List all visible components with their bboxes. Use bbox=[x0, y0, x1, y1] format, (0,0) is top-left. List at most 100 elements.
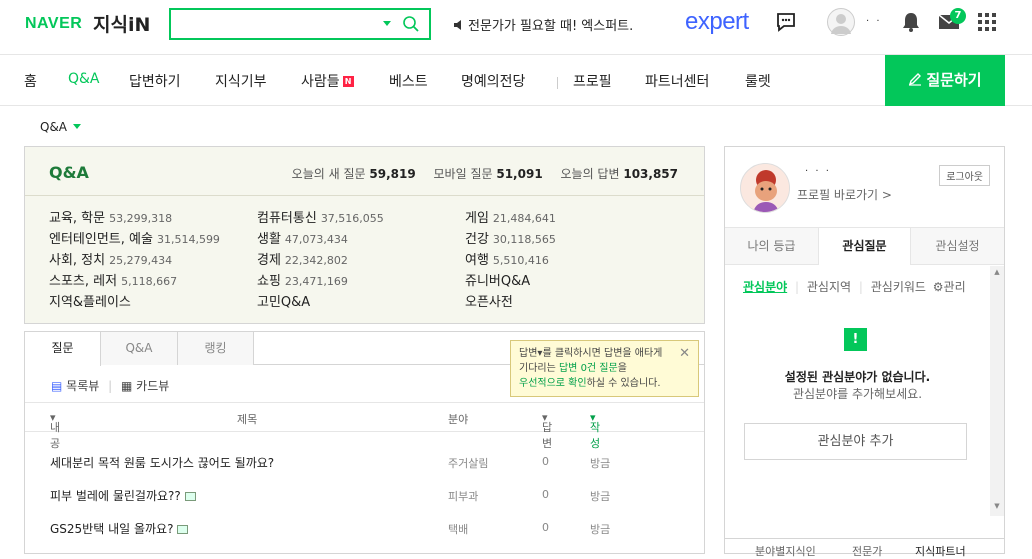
tip-line3b: 하실 수 있습니다. bbox=[586, 378, 661, 389]
nav-hall-of-fame[interactable]: 명예의전당 bbox=[461, 71, 525, 91]
sidebar-user-name[interactable]: · · · bbox=[805, 166, 831, 177]
nav-roulette[interactable]: 룰렛 bbox=[745, 71, 771, 91]
category-name: 생활 bbox=[257, 232, 281, 247]
btab-experts[interactable]: 전문가 bbox=[852, 543, 882, 559]
kin-logo[interactable]: 지식iN bbox=[93, 10, 150, 37]
close-icon[interactable]: ✕ bbox=[679, 346, 690, 361]
category-count: 25,279,434 bbox=[109, 254, 173, 267]
category-link[interactable]: 스포츠, 레저 5,118,667 bbox=[49, 270, 177, 289]
subtab-region[interactable]: 관심지역 bbox=[807, 280, 851, 294]
logout-button[interactable]: 로그아웃 bbox=[939, 165, 990, 186]
nav-donate[interactable]: 지식기부 bbox=[215, 71, 267, 91]
user-name[interactable]: · · bbox=[866, 16, 882, 27]
category-link[interactable]: 교육, 학문 53,299,318 bbox=[49, 207, 172, 226]
category-link[interactable]: 컴퓨터통신 37,516,055 bbox=[257, 207, 384, 226]
search-icon[interactable] bbox=[402, 15, 420, 33]
category-link[interactable]: 고민Q&A bbox=[257, 291, 314, 310]
category-name: 쇼핑 bbox=[257, 274, 281, 289]
nav-people[interactable]: 사람들 N bbox=[301, 71, 354, 91]
written-time: 방금 bbox=[590, 523, 611, 536]
col-answers[interactable]: 답변 ▾ bbox=[542, 411, 552, 450]
nav-people-label: 사람들 bbox=[301, 74, 340, 90]
category-link[interactable]: 여행 5,510,416 bbox=[465, 249, 549, 268]
stat-value-new: 59,819 bbox=[369, 167, 416, 181]
user-avatar[interactable] bbox=[827, 8, 855, 36]
category-link[interactable]: 사회, 정치 25,279,434 bbox=[49, 249, 172, 268]
subtab-keyword[interactable]: 관심키워드 bbox=[871, 280, 926, 294]
qa-stats: 오늘의 새 질문 59,819 모바일 질문 51,091 오늘의 답변 103… bbox=[292, 165, 678, 182]
category-link[interactable]: 생활 47,073,434 bbox=[257, 228, 348, 247]
col-written[interactable]: 작성 ▾ bbox=[590, 411, 600, 450]
table-row[interactable]: 세대분리 목적 원룸 도시가스 끊어도 될까요? 주거살림 0 방금 bbox=[25, 446, 704, 479]
btab-field-experts[interactable]: 분야별지식인 bbox=[755, 543, 816, 559]
category-link[interactable]: 게임 21,484,641 bbox=[465, 207, 556, 226]
nav-home[interactable]: 홈 bbox=[24, 71, 37, 91]
btab-partners[interactable]: 지식파트너 bbox=[915, 543, 966, 559]
nav-qa[interactable]: Q&A bbox=[68, 71, 100, 87]
answer-count: 0 bbox=[542, 455, 549, 468]
chat-icon[interactable] bbox=[775, 11, 797, 33]
nav-answer[interactable]: 답변하기 bbox=[129, 71, 181, 91]
tab-ranking[interactable]: 랭킹 bbox=[178, 332, 254, 365]
scroll-up-icon[interactable]: ▲ bbox=[990, 268, 1004, 276]
add-interest-button[interactable]: 관심분야 추가 bbox=[744, 423, 967, 460]
table-row[interactable]: GS25반택 내일 올까요? 택배 0 방금 bbox=[25, 512, 704, 545]
bell-icon[interactable] bbox=[902, 12, 920, 32]
written-time: 방금 bbox=[590, 457, 611, 470]
qa-title[interactable]: Q&A bbox=[49, 163, 89, 182]
category-name: 지역&플레이스 bbox=[49, 295, 131, 310]
sidebar-bottom-tabs: 분야별지식인 전문가 지식파트너 bbox=[725, 538, 1004, 558]
question-title[interactable]: 세대분리 목적 원룸 도시가스 끊어도 될까요? bbox=[50, 454, 274, 471]
expert-notice[interactable]: 전문가가 필요할 때! 엑스퍼트. bbox=[453, 15, 633, 34]
tab-interest-settings[interactable]: 관심설정 bbox=[911, 228, 1004, 265]
category-link[interactable]: 오픈사전 bbox=[465, 291, 517, 310]
expert-logo[interactable]: expert bbox=[685, 8, 749, 36]
manage-link[interactable]: ⚙관리 bbox=[933, 280, 966, 294]
category-link[interactable]: 엔터테인먼트, 예술 31,514,599 bbox=[49, 228, 220, 247]
category-select[interactable]: Q&A bbox=[40, 120, 82, 134]
category-link[interactable]: 경제 22,342,802 bbox=[257, 249, 348, 268]
scroll-down-icon[interactable]: ▼ bbox=[990, 502, 1004, 510]
interest-subtabs: 관심분야 | 관심지역 | 관심키워드 ⚙관리 bbox=[743, 278, 966, 295]
subtab-divider: | bbox=[795, 280, 800, 294]
question-field: 택배 bbox=[448, 523, 469, 536]
nav-profile[interactable]: 프로필 bbox=[573, 71, 612, 91]
category-link[interactable]: 건강 30,118,565 bbox=[465, 228, 556, 247]
card-view-toggle[interactable]: ▦ 카드뷰 bbox=[121, 379, 169, 393]
tab-questions[interactable]: 질문 bbox=[25, 332, 101, 366]
tip-line2b: 답변 0건 질문 bbox=[558, 363, 618, 374]
profile-avatar[interactable] bbox=[740, 163, 790, 213]
table-row[interactable]: 피부 벌레에 물린걸까요?? 피부과 0 방금 bbox=[25, 479, 704, 512]
category-link[interactable]: 지역&플레이스 bbox=[49, 291, 135, 310]
apps-grid-icon[interactable] bbox=[978, 13, 996, 31]
col-points[interactable]: 내공 ▾ bbox=[50, 411, 60, 450]
stat-label-answers: 오늘의 답변 bbox=[560, 167, 620, 181]
profile-link[interactable]: 프로필 바로가기 > bbox=[797, 186, 892, 203]
search-input[interactable] bbox=[179, 10, 379, 38]
nav-divider bbox=[557, 77, 558, 89]
question-title[interactable]: GS25반택 내일 올까요? bbox=[50, 520, 189, 537]
scrollbar[interactable]: ▲ ▼ bbox=[990, 266, 1004, 516]
subtab-divider: | bbox=[858, 280, 863, 294]
question-field: 피부과 bbox=[448, 490, 479, 503]
subtab-field[interactable]: 관심분야 bbox=[743, 280, 787, 294]
nav-partner-center[interactable]: 파트너센터 bbox=[645, 71, 709, 91]
tip-line1b: 를 클릭하시면 답변을 애타게 bbox=[542, 348, 663, 359]
list-view-toggle[interactable]: ▤ 목록뷰 bbox=[51, 379, 99, 393]
question-title[interactable]: 피부 벌레에 물린걸까요?? bbox=[50, 487, 196, 504]
chevron-down-icon[interactable] bbox=[383, 21, 391, 26]
stat-label-new: 오늘의 새 질문 bbox=[291, 167, 366, 181]
category-name: 게임 bbox=[465, 211, 489, 226]
naver-logo[interactable]: NAVER bbox=[25, 15, 82, 33]
question-title-text: GS25반택 내일 올까요? bbox=[50, 522, 174, 536]
category-link[interactable]: 쇼핑 23,471,169 bbox=[257, 270, 348, 289]
top-header: NAVER 지식iN 전문가가 필요할 때! 엑스퍼트. expert · · … bbox=[0, 0, 1032, 55]
ask-question-label: 질문하기 bbox=[926, 71, 982, 89]
category-link[interactable]: 쥬니버Q&A bbox=[465, 270, 534, 289]
category-name: 오픈사전 bbox=[465, 295, 513, 310]
tab-my-grade[interactable]: 나의 등급 bbox=[725, 228, 818, 265]
tab-qa[interactable]: Q&A bbox=[101, 332, 178, 365]
nav-best[interactable]: 베스트 bbox=[389, 71, 428, 91]
tab-interest-questions[interactable]: 관심질문 bbox=[818, 228, 911, 265]
ask-question-button[interactable]: 질문하기 bbox=[885, 55, 1005, 106]
